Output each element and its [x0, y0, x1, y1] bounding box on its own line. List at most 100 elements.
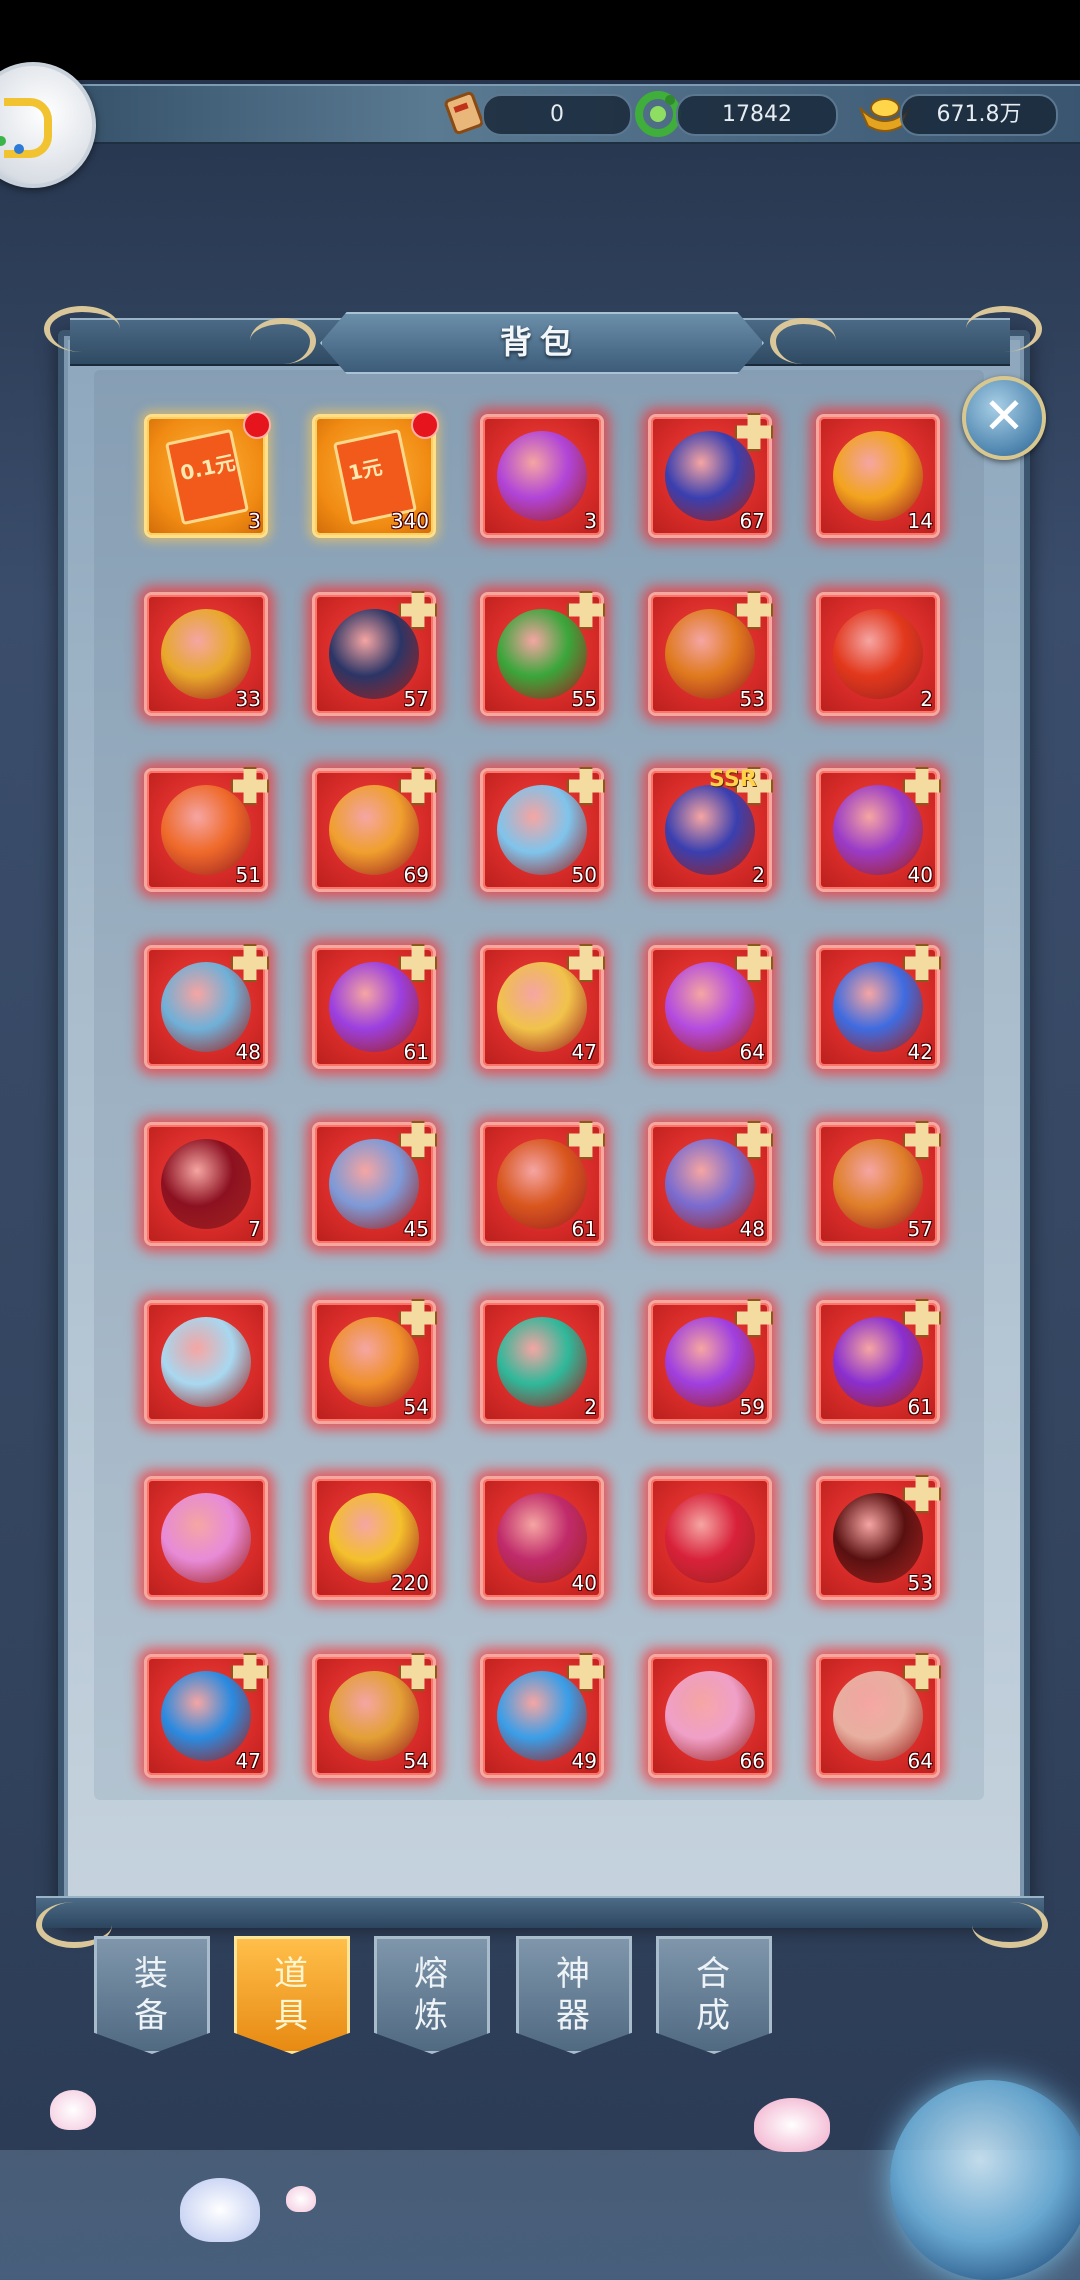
- inventory-item[interactable]: 40: [816, 767, 941, 892]
- item-count: 61: [403, 1040, 429, 1064]
- inventory-item[interactable]: 64: [648, 944, 773, 1069]
- inventory-item[interactable]: 50: [480, 767, 605, 892]
- inventory-item[interactable]: 57: [816, 1121, 941, 1246]
- inventory-item[interactable]: 7: [144, 1122, 268, 1246]
- avatar-button[interactable]: [0, 62, 96, 188]
- title-ornament: [250, 318, 316, 364]
- tab-label-bottom: 具: [274, 1996, 310, 2036]
- inventory-item[interactable]: [144, 1476, 268, 1600]
- inventory-item[interactable]: 2: [480, 1300, 604, 1424]
- blue-phoenix-icon: [833, 962, 923, 1052]
- inventory-item[interactable]: 61: [816, 1299, 941, 1424]
- app-logo-icon: [4, 98, 52, 158]
- status-bar: [0, 0, 1080, 80]
- inventory-item[interactable]: [648, 1476, 772, 1600]
- item-count: 14: [907, 509, 933, 533]
- lotus-decoration: [286, 2186, 316, 2212]
- inventory-item[interactable]: 64: [816, 1653, 941, 1778]
- inventory-item[interactable]: 2: [816, 592, 940, 716]
- item-count: 220: [390, 1571, 429, 1595]
- inventory-item[interactable]: 42: [816, 944, 941, 1069]
- seal-circle-icon: [833, 1671, 923, 1761]
- inventory-item[interactable]: 61: [480, 1121, 605, 1246]
- lotus-decoration: [754, 2098, 830, 2152]
- tab-1[interactable]: 道具: [234, 1936, 350, 2054]
- sword-icon: [833, 785, 923, 875]
- great-sword-icon: [665, 1139, 755, 1229]
- void-flame-icon: [833, 1317, 923, 1407]
- tab-label-bottom: 备: [134, 1996, 170, 2036]
- blue-mask-icon: [161, 1671, 251, 1761]
- inventory-item[interactable]: 45: [312, 1121, 437, 1246]
- inventory-item[interactable]: 14: [816, 414, 940, 538]
- inventory-item[interactable]: 51: [144, 767, 269, 892]
- inventory-item[interactable]: 67: [648, 413, 773, 538]
- item-count: 54: [403, 1395, 429, 1419]
- inventory-item[interactable]: 55: [480, 591, 605, 716]
- inventory-item[interactable]: SSR 2: [648, 767, 773, 892]
- golden-egg-icon: [329, 1493, 419, 1583]
- inventory-item[interactable]: 66: [648, 1654, 772, 1778]
- tab-3[interactable]: 神器: [516, 1936, 632, 2054]
- inventory-item[interactable]: 54: [312, 1653, 437, 1778]
- item-count: 55: [571, 687, 597, 711]
- rune-circle-icon: [329, 1671, 419, 1761]
- inventory-item[interactable]: 54: [312, 1299, 437, 1424]
- armor-icon: [665, 785, 755, 875]
- logo-dot: [14, 144, 24, 154]
- inventory-item[interactable]: 48: [648, 1121, 773, 1246]
- notification-dot: [243, 411, 271, 439]
- item-count: 40: [907, 863, 933, 887]
- item-count: 47: [571, 1040, 597, 1064]
- inventory-item[interactable]: 40: [480, 1476, 604, 1600]
- item-count: 42: [907, 1040, 933, 1064]
- inventory-item[interactable]: 69: [312, 767, 437, 892]
- notification-dot: [411, 411, 439, 439]
- close-button[interactable]: ✕: [962, 376, 1046, 460]
- fire-demon-icon: [497, 1139, 587, 1229]
- inventory-item[interactable]: 59: [648, 1299, 773, 1424]
- inventory-item[interactable]: 53: [816, 1475, 941, 1600]
- tab-label-top: 合: [696, 1954, 732, 1994]
- inventory-item[interactable]: 48: [144, 944, 269, 1069]
- pink-crystal-icon: [161, 1493, 251, 1583]
- turtle-icon: [497, 609, 587, 699]
- currency-jade-value: 17842: [676, 94, 838, 136]
- flame-orb-icon: [833, 609, 923, 699]
- fire-lantern-icon: [833, 1139, 923, 1229]
- inventory-item[interactable]: 33: [144, 592, 268, 716]
- talisman-icon: [833, 431, 923, 521]
- item-count: 2: [752, 863, 765, 887]
- ink-beast-icon: [833, 1493, 923, 1583]
- envelope-label: 0.1元: [178, 450, 238, 486]
- inventory-item[interactable]: 47: [480, 944, 605, 1069]
- inventory-item[interactable]: 49: [480, 1653, 605, 1778]
- tab-label-bottom: 成: [696, 1996, 732, 2036]
- hammer-icon: [161, 609, 251, 699]
- violet-sigil-icon: [665, 1317, 755, 1407]
- inventory-item[interactable]: 47: [144, 1653, 269, 1778]
- inventory-item[interactable]: [144, 1300, 268, 1424]
- item-count: 2: [584, 1395, 597, 1419]
- inventory-item[interactable]: 220: [312, 1476, 436, 1600]
- item-count: 69: [403, 863, 429, 887]
- panel-bottom-rail: [36, 1896, 1044, 1928]
- red-envelope-icon: 0.1元: [165, 428, 249, 526]
- inventory-item[interactable]: 61: [312, 944, 437, 1069]
- magic-circle-icon: [329, 962, 419, 1052]
- close-icon: ✕: [983, 387, 1025, 445]
- spirit-orb-button[interactable]: [890, 2080, 1080, 2280]
- tab-0[interactable]: 装备: [94, 1936, 210, 2054]
- tab-2[interactable]: 熔炼: [374, 1936, 490, 2054]
- crimson-orb-icon: [161, 1139, 251, 1229]
- item-count: 53: [739, 687, 765, 711]
- inventory-item[interactable]: 0.1元 3: [144, 411, 271, 538]
- tab-4[interactable]: 合成: [656, 1936, 772, 2054]
- inventory-item[interactable]: 3: [480, 414, 604, 538]
- item-count: 47: [235, 1749, 261, 1773]
- inventory-item[interactable]: 57: [312, 591, 437, 716]
- item-count: 2: [920, 687, 933, 711]
- inventory-item[interactable]: 1元 340: [312, 411, 439, 538]
- lotus-decoration: [50, 2090, 96, 2130]
- inventory-item[interactable]: 53: [648, 591, 773, 716]
